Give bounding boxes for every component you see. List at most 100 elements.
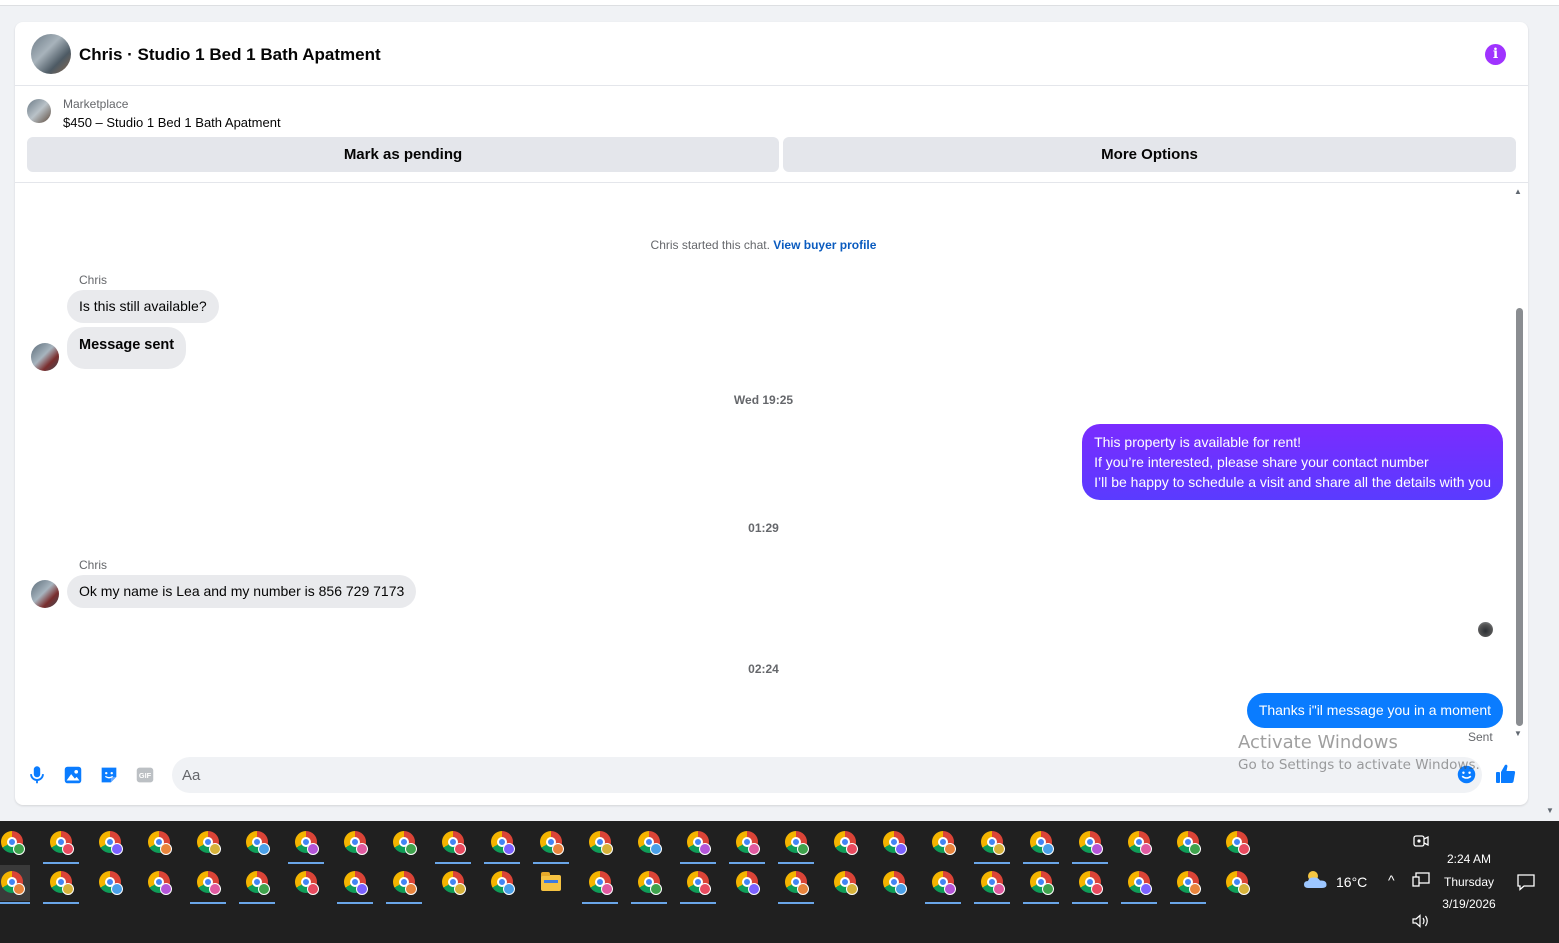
chrome-profile-icon[interactable] (190, 865, 226, 904)
sticker-icon[interactable] (98, 764, 120, 786)
listing-avatar[interactable] (31, 34, 71, 74)
chrome-profile-icon[interactable] (386, 825, 422, 861)
thumbs-up-icon[interactable] (1494, 762, 1518, 786)
outgoing-message[interactable]: This property is available for rent! If … (1082, 424, 1503, 500)
profile-badge (405, 843, 417, 855)
chrome-profile-icon[interactable] (1170, 865, 1206, 904)
sender-avatar[interactable] (31, 580, 59, 608)
chrome-profile-icon[interactable] (729, 865, 765, 901)
camera-icon[interactable] (1413, 834, 1429, 848)
chrome-profile-icon[interactable] (1170, 825, 1206, 861)
volume-icon[interactable] (1411, 913, 1431, 929)
chrome-profile-icon[interactable] (435, 825, 471, 864)
chrome-profile-icon[interactable] (729, 825, 765, 864)
chrome-profile-icon[interactable] (974, 825, 1010, 864)
chrome-profile-icon[interactable] (484, 865, 520, 901)
chrome-profile-icon[interactable] (827, 825, 863, 861)
chrome-profile-icon[interactable] (1023, 865, 1059, 904)
chrome-profile-icon[interactable] (1219, 825, 1255, 861)
chrome-profile-icon[interactable] (141, 825, 177, 861)
chrome-profile-icon[interactable] (92, 825, 128, 861)
incoming-message[interactable]: Message sent (67, 327, 187, 369)
chrome-profile-icon[interactable] (876, 865, 912, 901)
chrome-profile-icon[interactable] (631, 865, 667, 904)
chrome-profile-icon[interactable] (239, 865, 275, 904)
chrome-profile-icon[interactable] (1072, 825, 1108, 864)
timestamp: 01:29 (748, 521, 779, 535)
chrome-profile-icon[interactable] (1072, 865, 1108, 904)
notification-icon[interactable] (1516, 873, 1536, 891)
listing-title[interactable]: $450 – Studio 1 Bed 1 Bath Apatment (63, 115, 281, 130)
chrome-profile-icon[interactable] (1023, 825, 1059, 864)
chrome-profile-icon[interactable] (337, 865, 373, 904)
chrome-profile-icon[interactable] (876, 825, 912, 861)
running-indicator (974, 902, 1010, 904)
chrome-profile-icon[interactable] (141, 865, 177, 901)
chrome-profile-icon[interactable] (43, 865, 79, 904)
chrome-profile-icon[interactable] (386, 865, 422, 904)
chrome-profile-icon[interactable] (631, 825, 667, 861)
mark-as-pending-button[interactable]: Mark as pending (27, 137, 779, 172)
chrome-profile-icon[interactable] (680, 865, 716, 904)
chrome-profile-icon[interactable] (1121, 825, 1157, 861)
top-strip (0, 0, 1559, 6)
temperature[interactable]: 16°C (1336, 874, 1367, 890)
chrome-profile-icon[interactable] (1219, 865, 1255, 901)
chrome-profile-icon[interactable] (680, 825, 716, 864)
chrome-profile-icon[interactable] (43, 825, 79, 864)
profile-badge (797, 883, 809, 895)
scroll-up-arrow[interactable]: ▲ (1514, 187, 1522, 196)
chrome-profile-icon[interactable] (190, 825, 226, 861)
clock-day[interactable]: Thursday (1430, 875, 1508, 889)
chrome-profile-icon[interactable] (925, 865, 961, 904)
chrome-profile-icon[interactable] (533, 825, 569, 864)
weather-icon[interactable] (1302, 869, 1330, 891)
file-explorer-icon[interactable] (533, 865, 569, 901)
chevron-up-icon[interactable]: ^ (1388, 872, 1395, 888)
chrome-profile-icon[interactable] (484, 825, 520, 864)
view-buyer-profile-link[interactable]: View buyer profile (773, 238, 876, 252)
running-indicator (778, 902, 814, 904)
chrome-profile-icon[interactable] (582, 825, 618, 861)
chrome-profile-icon[interactable] (974, 865, 1010, 904)
incoming-message[interactable]: Is this still available? (67, 290, 219, 323)
gif-icon[interactable]: GIF (134, 764, 156, 786)
chrome-profile-icon[interactable] (582, 865, 618, 904)
chrome-profile-icon[interactable] (778, 825, 814, 864)
chrome-profile-icon[interactable] (925, 825, 961, 861)
sender-avatar[interactable] (31, 343, 59, 371)
chrome-profile-icon[interactable] (337, 825, 373, 861)
marketplace-label: Marketplace (63, 97, 129, 111)
chrome-profile-icon[interactable] (1121, 865, 1157, 904)
running-indicator (1170, 902, 1206, 904)
info-icon[interactable]: i (1485, 44, 1506, 65)
listing-thumbnail[interactable] (27, 99, 51, 123)
chrome-profile-icon[interactable] (288, 825, 324, 864)
chrome-profile-icon[interactable] (239, 825, 275, 861)
profile-badge (13, 883, 25, 895)
chrome-profile-icon[interactable] (778, 865, 814, 904)
scrollbar-thumb[interactable] (1516, 308, 1523, 726)
chrome-profile-icon[interactable] (827, 865, 863, 901)
chat-title[interactable]: Chris · Studio 1 Bed 1 Bath Apatment (79, 45, 381, 65)
clock-date[interactable]: 3/19/2026 (1430, 897, 1508, 911)
photo-icon[interactable] (62, 764, 84, 786)
chrome-profile-icon[interactable] (0, 865, 30, 904)
more-options-button[interactable]: More Options (783, 137, 1516, 172)
profile-badge (160, 883, 172, 895)
chrome-profile-icon[interactable] (435, 865, 471, 901)
page-scroll-down-arrow[interactable]: ▼ (1546, 806, 1554, 815)
profile-badge (258, 883, 270, 895)
incoming-message[interactable]: Ok my name is Lea and my number is 856 7… (67, 575, 417, 608)
profile-badge (1189, 883, 1201, 895)
scroll-down-arrow[interactable]: ▼ (1514, 729, 1522, 738)
chrome-profile-icon[interactable] (92, 865, 128, 901)
listing-bar: Marketplace $450 – Studio 1 Bed 1 Bath A… (15, 87, 1528, 183)
microphone-icon[interactable] (26, 764, 48, 786)
svg-text:GIF: GIF (139, 771, 152, 780)
chrome-profile-icon[interactable] (288, 865, 324, 901)
network-icon[interactable] (1412, 872, 1430, 888)
chrome-profile-icon[interactable] (0, 825, 30, 861)
clock-time[interactable]: 2:24 AM (1430, 852, 1508, 866)
outgoing-message[interactable]: Thanks i"il message you in a moment (1246, 693, 1503, 728)
